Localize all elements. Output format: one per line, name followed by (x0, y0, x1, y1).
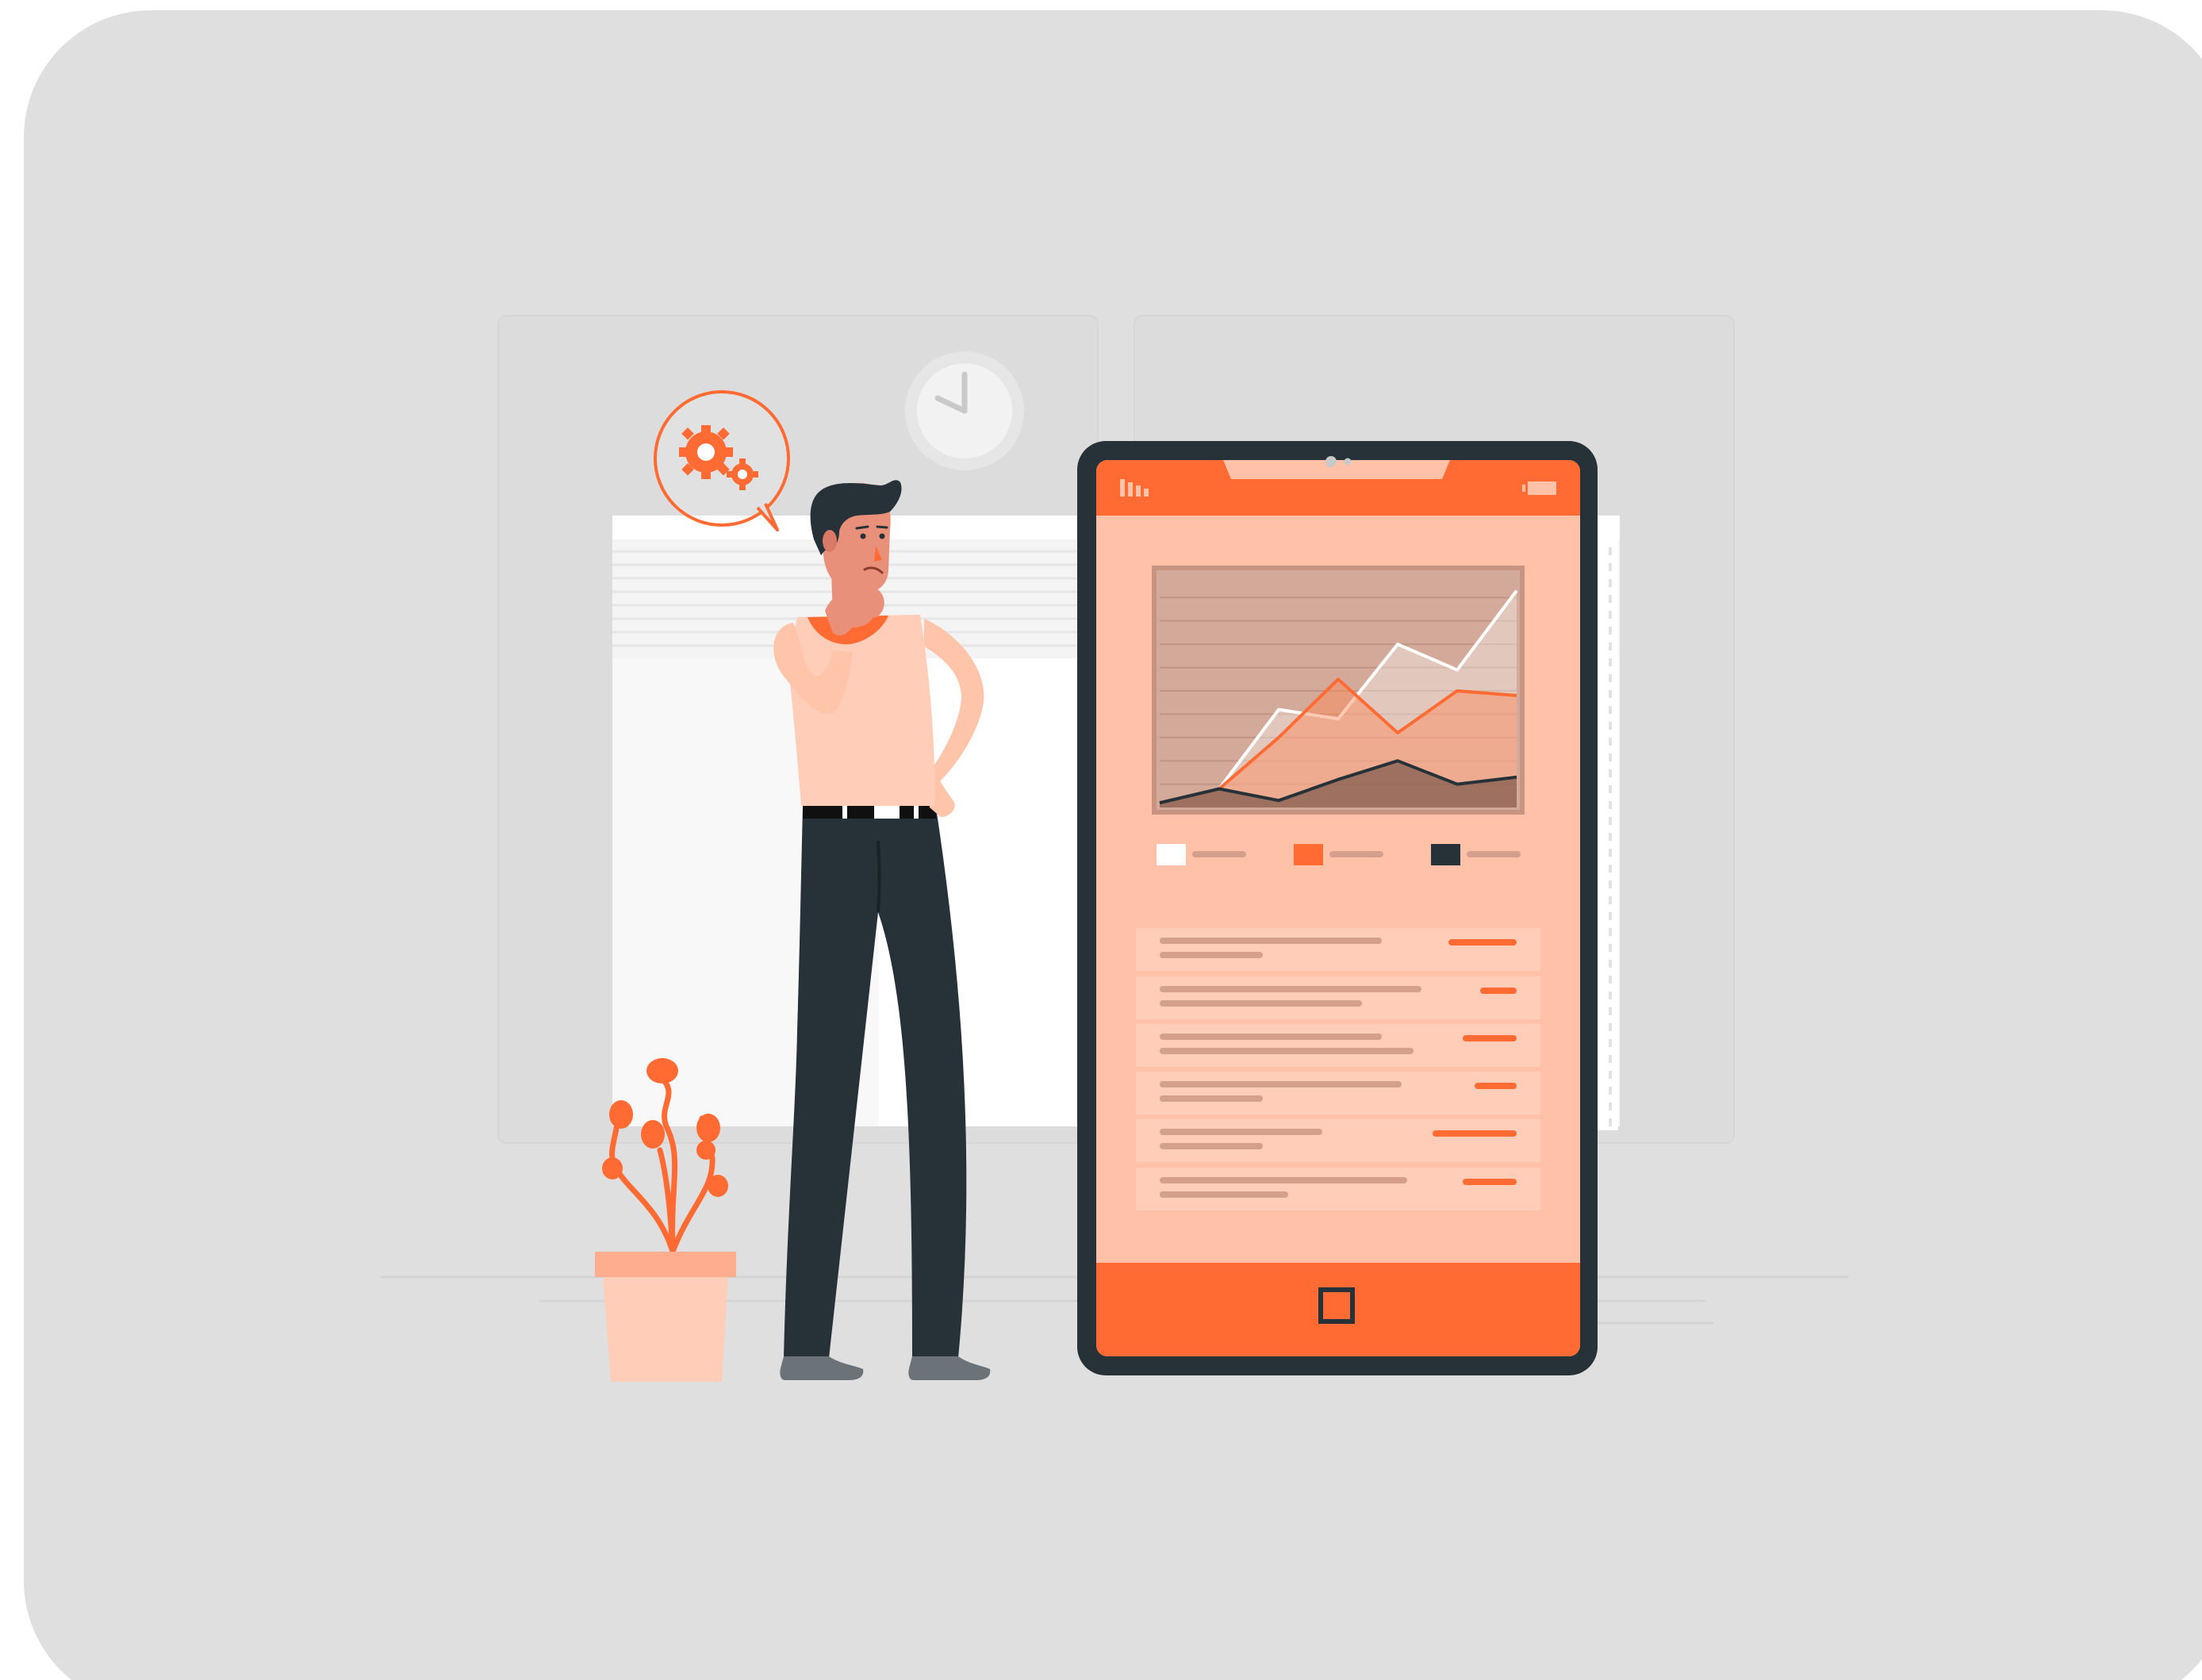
legend-label-placeholder (1467, 851, 1521, 857)
legend-label-placeholder (1192, 851, 1246, 857)
illustration (24, 10, 2202, 1680)
list-item[interactable] (1136, 1119, 1540, 1162)
legend-swatch-orange (1294, 844, 1323, 865)
list-item[interactable] (1136, 976, 1540, 1019)
list-item[interactable] (1136, 1072, 1540, 1114)
list-item[interactable] (1136, 1168, 1540, 1210)
phone-device (1077, 441, 1598, 1375)
list-item[interactable] (1136, 1024, 1540, 1067)
legend-label-placeholder (1329, 851, 1383, 857)
area-chart (1152, 566, 1525, 815)
clock-icon (905, 351, 1024, 470)
list-item[interactable] (1136, 928, 1540, 971)
legend-swatch-dark (1431, 844, 1460, 865)
legend-swatch-white (1157, 844, 1186, 865)
illustration-canvas (0, 0, 2202, 1680)
